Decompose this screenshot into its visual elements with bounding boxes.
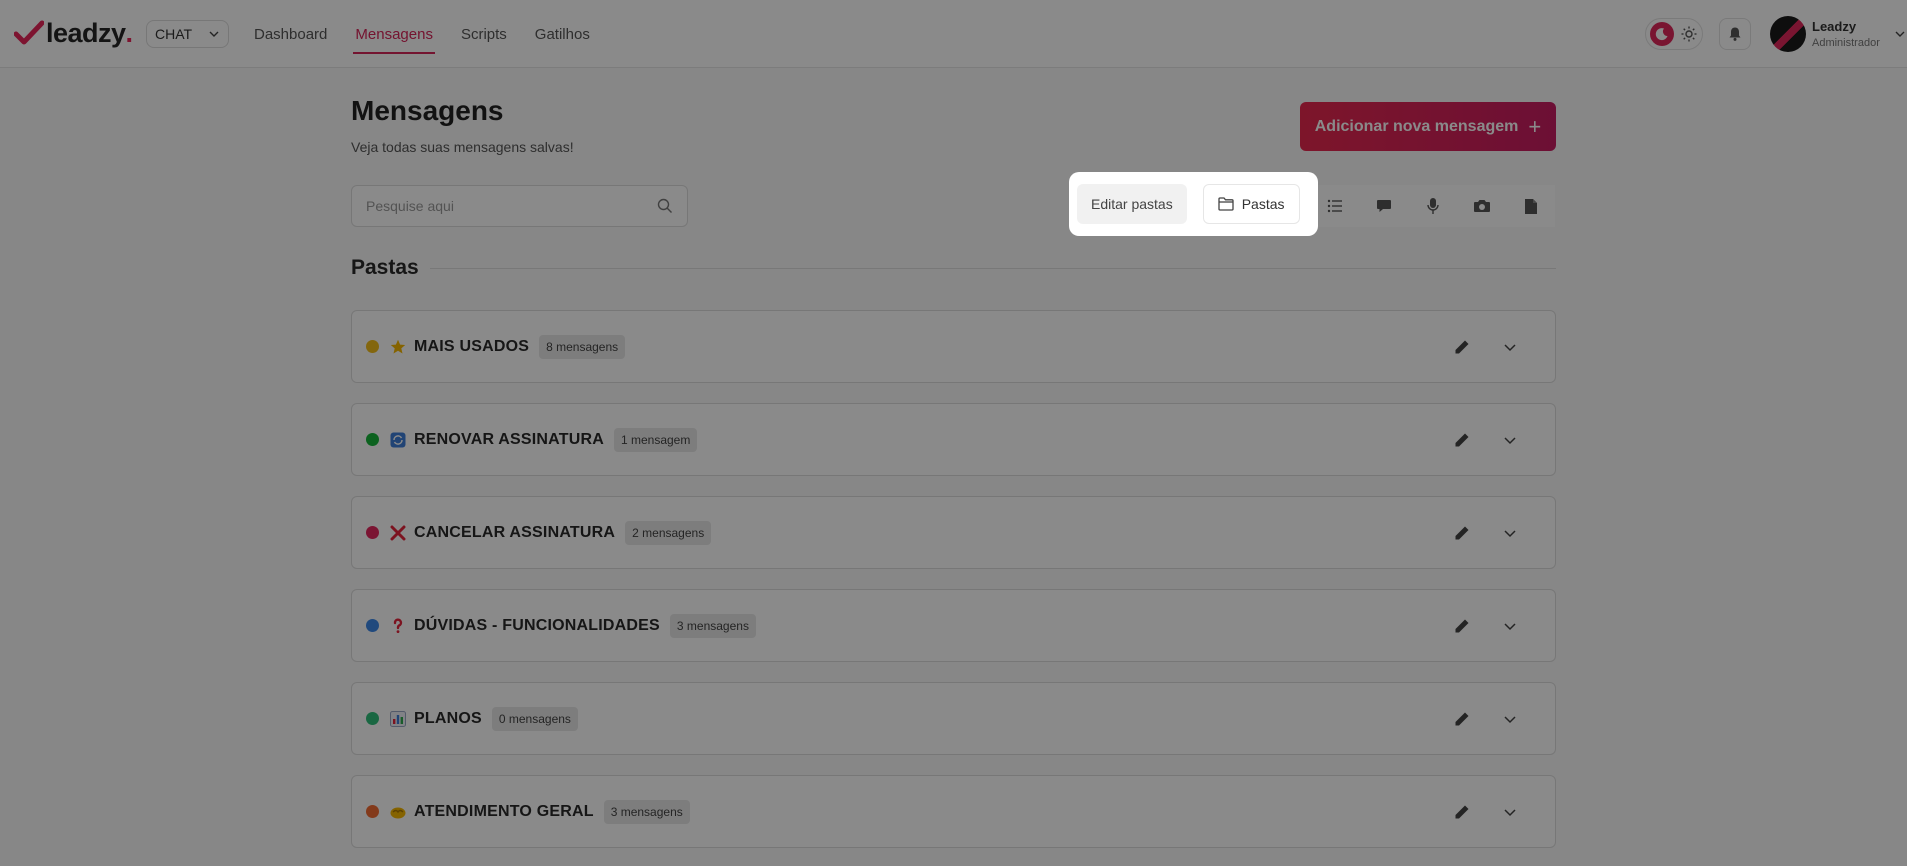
folder-count-badge: 0 mensagens <box>491 706 578 731</box>
folder-count-badge: 3 mensagens <box>603 799 690 824</box>
folder-actions <box>1453 617 1519 635</box>
folder-count-badge: 1 mensagem <box>613 427 698 452</box>
star-icon <box>390 339 406 355</box>
folder-color-dot <box>366 526 379 539</box>
folder-actions <box>1453 710 1519 728</box>
camera-icon[interactable] <box>1457 185 1506 227</box>
search-input[interactable]: Pesquise aqui <box>351 185 688 227</box>
folder-name: CANCELAR ASSINATURA <box>414 523 616 541</box>
module-select[interactable]: CHAT <box>146 20 229 48</box>
folder-row[interactable]: MAIS USADOS 8 mensagens <box>351 310 1556 383</box>
chevron-down-icon[interactable] <box>1501 524 1519 542</box>
folder-list: MAIS USADOS 8 mensagens RENOVAR ASSINATU… <box>351 310 1556 866</box>
check-logo-icon <box>14 20 44 45</box>
bar-chart-icon <box>390 710 406 727</box>
folder-color-dot <box>366 619 379 632</box>
folder-actions <box>1453 338 1519 356</box>
folder-count-badge: 3 mensagens <box>669 613 756 638</box>
chat-bubble-icon[interactable] <box>1359 185 1408 227</box>
folder-actions <box>1453 524 1519 542</box>
add-message-button[interactable]: Adicionar nova mensagem + <box>1300 102 1556 151</box>
nav-gatilhos[interactable]: Gatilhos <box>535 0 590 68</box>
search-placeholder: Pesquise aqui <box>366 198 454 214</box>
nav-dashboard[interactable]: Dashboard <box>254 0 327 68</box>
section-divider <box>430 268 1556 269</box>
chevron-down-icon[interactable] <box>1501 431 1519 449</box>
logo-text: leadzy <box>46 17 126 48</box>
chevron-down-icon <box>1895 31 1905 37</box>
edit-icon[interactable] <box>1453 803 1471 821</box>
edit-icon[interactable] <box>1453 710 1471 728</box>
folders-button[interactable]: Pastas <box>1202 184 1300 224</box>
main-nav: Dashboard Mensagens Scripts Gatilhos <box>254 0 590 68</box>
document-icon[interactable] <box>1506 185 1555 227</box>
sun-icon[interactable] <box>1680 25 1698 43</box>
folder-name: DÚVIDAS - FUNCIONALIDADES <box>414 616 660 634</box>
microphone-icon[interactable] <box>1408 185 1457 227</box>
question-icon <box>390 618 406 634</box>
cross-icon <box>390 525 406 541</box>
plus-icon: + <box>1528 113 1542 139</box>
notifications-button[interactable] <box>1719 18 1751 50</box>
page-title: Mensagens <box>351 95 504 126</box>
module-select-value: CHAT <box>155 26 193 42</box>
folder-count-badge: 2 mensagens <box>625 520 712 545</box>
folder-row[interactable]: DÚVIDAS - FUNCIONALIDADES 3 mensagens <box>351 589 1556 662</box>
avatar <box>1770 16 1806 52</box>
folder-color-dot <box>366 433 379 446</box>
folder-count-badge: 8 mensagens <box>539 334 626 359</box>
message-type-filters <box>1310 185 1555 227</box>
folder-name: RENOVAR ASSINATURA <box>414 430 604 448</box>
chevron-down-icon[interactable] <box>1501 617 1519 635</box>
folder-icon <box>1218 197 1234 211</box>
chevron-down-icon <box>209 31 219 37</box>
add-message-label: Adicionar nova mensagem <box>1314 117 1519 135</box>
folder-name: MAIS USADOS <box>414 337 530 355</box>
folder-actions <box>1453 431 1519 449</box>
folder-row[interactable]: ATENDIMENTO GERAL 3 mensagens <box>351 775 1556 848</box>
edit-folders-button[interactable]: Editar pastas <box>1077 184 1187 224</box>
chevron-down-icon[interactable] <box>1501 338 1519 356</box>
moon-icon[interactable] <box>1650 22 1674 46</box>
user-role: Administrador <box>1812 37 1880 49</box>
user-name: Leadzy <box>1812 19 1857 34</box>
edit-icon[interactable] <box>1453 338 1471 356</box>
search-icon <box>657 198 672 213</box>
theme-toggle[interactable] <box>1645 18 1703 50</box>
chevron-down-icon[interactable] <box>1501 803 1519 821</box>
folder-row[interactable]: PLANOS 0 mensagens <box>351 682 1556 755</box>
folder-actions <box>1453 803 1519 821</box>
logo-dot: . <box>125 17 134 48</box>
section-title: Pastas <box>351 256 419 279</box>
folder-color-dot <box>366 805 379 818</box>
user-info: Leadzy Administrador <box>1812 19 1880 49</box>
folder-color-dot <box>366 712 379 725</box>
edit-icon[interactable] <box>1453 524 1471 542</box>
folder-name: PLANOS <box>414 709 482 727</box>
top-bar: leadzy. CHAT Dashboard Mensagens Scripts… <box>0 0 1907 68</box>
leadzy-logo[interactable]: leadzy. <box>14 16 133 50</box>
handshake-icon <box>390 804 406 820</box>
nav-scripts[interactable]: Scripts <box>461 0 507 68</box>
chevron-down-icon[interactable] <box>1501 710 1519 728</box>
bell-icon <box>1729 27 1741 41</box>
nav-mensagens[interactable]: Mensagens <box>353 0 435 68</box>
folder-row[interactable]: CANCELAR ASSINATURA 2 mensagens <box>351 496 1556 569</box>
folder-row[interactable]: RENOVAR ASSINATURA 1 mensagem <box>351 403 1556 476</box>
page-subtitle: Veja todas suas mensagens salvas! <box>351 139 574 155</box>
folders-spotlight: Editar pastas Pastas <box>1069 172 1318 236</box>
folders-button-label: Pastas <box>1241 196 1285 212</box>
user-menu[interactable]: Leadzy Administrador <box>1770 15 1906 53</box>
edit-icon[interactable] <box>1453 617 1471 635</box>
edit-icon[interactable] <box>1453 431 1471 449</box>
renew-icon <box>390 432 406 448</box>
folder-color-dot <box>366 340 379 353</box>
folder-name: ATENDIMENTO GERAL <box>414 802 594 820</box>
